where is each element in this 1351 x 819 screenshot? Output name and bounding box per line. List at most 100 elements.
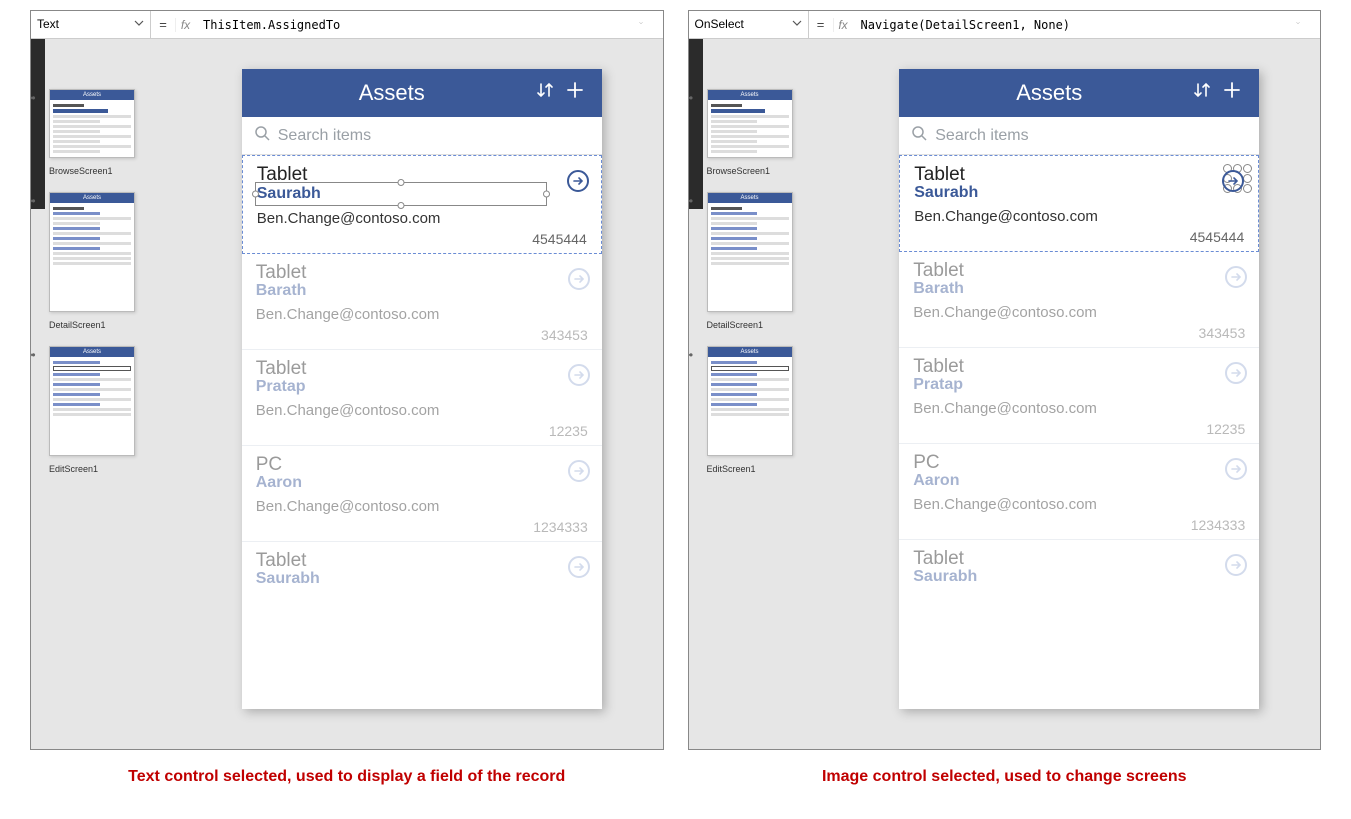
item-assignedto: Barath <box>256 282 588 300</box>
item-title: Tablet <box>914 164 1244 186</box>
item-title: Tablet <box>913 548 1245 570</box>
navigate-arrow-icon[interactable] <box>568 364 590 386</box>
item-assignedto: Barath <box>913 280 1245 298</box>
item-title: Tablet <box>256 358 588 380</box>
item-assignedto: Saurabh <box>256 570 588 588</box>
navigate-arrow-icon[interactable] <box>568 556 590 578</box>
search-icon <box>254 125 270 146</box>
caption-right: Image control selected, used to change s… <box>688 768 1322 786</box>
item-assignedto: Saurabh <box>914 184 1244 202</box>
equals-label: = <box>809 17 833 32</box>
fx-label: fx <box>833 18 853 32</box>
navigate-arrow-icon[interactable] <box>567 170 589 192</box>
search-input[interactable]: Search items <box>899 117 1259 155</box>
add-icon[interactable] <box>560 80 590 106</box>
item-title: PC <box>913 452 1245 474</box>
property-selector-value: OnSelect <box>695 17 744 31</box>
item-title: Tablet <box>913 260 1245 282</box>
formula-text: ThisItem.AssignedTo <box>203 18 340 32</box>
navigate-arrow-icon[interactable] <box>568 268 590 290</box>
item-email: Ben.Change@contoso.com <box>913 496 1245 513</box>
item-email: Ben.Change@contoso.com <box>256 306 588 323</box>
thumb-label: BrowseScreen1 <box>49 166 173 176</box>
item-title: PC <box>256 454 588 476</box>
app-title: Assets <box>254 80 530 106</box>
screen-thumb[interactable]: Assets <box>49 89 135 158</box>
more-icon[interactable]: ••• <box>31 348 35 362</box>
item-email: Ben.Change@contoso.com <box>256 498 588 515</box>
add-icon[interactable] <box>1217 80 1247 106</box>
item-title: Tablet <box>256 262 588 284</box>
caption-left: Text control selected, used to display a… <box>30 768 664 786</box>
list-item[interactable]: Tablet Saurabh <box>242 155 602 254</box>
sort-icon[interactable] <box>530 80 560 106</box>
item-assignedto: Aaron <box>256 474 588 492</box>
thumb-label: DetailScreen1 <box>49 320 173 330</box>
screen-thumb[interactable]: Assets <box>707 192 793 312</box>
list-item[interactable]: Tablet Saurabh Ben.Change@contoso.com 45… <box>899 155 1259 252</box>
formula-bar[interactable]: ThisItem.AssignedTo <box>195 11 663 38</box>
item-number: 1234333 <box>913 517 1245 533</box>
item-title: Tablet <box>913 356 1245 378</box>
item-title: Tablet <box>256 550 588 572</box>
item-email: Ben.Change@contoso.com <box>256 402 588 419</box>
list-item[interactable]: Tablet Saurabh <box>899 540 1259 592</box>
app-title: Assets <box>911 80 1187 106</box>
screen-thumb[interactable]: Assets <box>49 346 135 456</box>
formula-bar[interactable]: Navigate(DetailScreen1, None) <box>853 11 1321 38</box>
more-icon[interactable]: ••• <box>689 194 693 208</box>
more-icon[interactable]: ••• <box>31 194 35 208</box>
search-icon <box>911 125 927 146</box>
list-item[interactable]: Tablet Barath Ben.Change@contoso.com 343… <box>899 252 1259 348</box>
navigate-arrow-icon[interactable] <box>568 460 590 482</box>
more-icon[interactable]: ••• <box>31 91 35 105</box>
fx-label: fx <box>175 18 195 32</box>
item-email: Ben.Change@contoso.com <box>914 208 1244 225</box>
property-selector-value: Text <box>37 17 59 31</box>
chevron-down-icon <box>792 17 802 31</box>
item-assignedto: Pratap <box>913 376 1245 394</box>
screens-rail: ••• Assets BrowseS <box>689 39 839 749</box>
item-email: Ben.Change@contoso.com <box>913 304 1245 321</box>
item-number: 1234333 <box>256 519 588 535</box>
more-icon[interactable]: ••• <box>689 348 693 362</box>
list-item[interactable]: Tablet Pratap Ben.Change@contoso.com 122… <box>899 348 1259 444</box>
item-assignedto: Pratap <box>256 378 588 396</box>
screen-thumb[interactable]: Assets <box>707 89 793 158</box>
item-assignedto: Aaron <box>913 472 1245 490</box>
thumb-label: DetailScreen1 <box>707 320 831 330</box>
list-item[interactable]: PC Aaron Ben.Change@contoso.com 1234333 <box>899 444 1259 540</box>
list-item[interactable]: Tablet Saurabh <box>242 542 602 594</box>
item-email: Ben.Change@contoso.com <box>913 400 1245 417</box>
more-icon[interactable]: ••• <box>689 91 693 105</box>
item-number: 343453 <box>256 327 588 343</box>
item-number: 12235 <box>913 421 1245 437</box>
list-item[interactable]: Tablet Pratap Ben.Change@contoso.com 122… <box>242 350 602 446</box>
search-input[interactable]: Search items <box>242 117 602 155</box>
item-number: 4545444 <box>257 231 587 247</box>
item-number: 343453 <box>913 325 1245 341</box>
equals-label: = <box>151 17 175 32</box>
search-placeholder: Search items <box>935 127 1028 145</box>
item-assignedto: Saurabh <box>913 568 1245 586</box>
item-number: 12235 <box>256 423 588 439</box>
app-canvas: Assets Search items <box>899 69 1259 709</box>
property-selector[interactable]: Text <box>31 11 151 39</box>
item-email: Ben.Change@contoso.com <box>257 210 587 227</box>
list-item[interactable]: Tablet Barath Ben.Change@contoso.com 343… <box>242 254 602 350</box>
chevron-down-icon <box>1296 18 1312 31</box>
screen-thumb[interactable]: Assets <box>49 192 135 312</box>
sort-icon[interactable] <box>1187 80 1217 106</box>
list-item[interactable]: PC Aaron Ben.Change@contoso.com 1234333 <box>242 446 602 542</box>
search-placeholder: Search items <box>278 127 371 145</box>
thumb-label: EditScreen1 <box>707 464 831 474</box>
screens-rail: ••• Assets BrowseS <box>31 39 181 749</box>
thumb-label: EditScreen1 <box>49 464 173 474</box>
item-number: 4545444 <box>914 229 1244 245</box>
chevron-down-icon <box>134 17 144 31</box>
app-canvas: Assets Search items <box>242 69 602 709</box>
thumb-label: BrowseScreen1 <box>707 166 831 176</box>
formula-text: Navigate(DetailScreen1, None) <box>861 18 1071 32</box>
screen-thumb[interactable]: Assets <box>707 346 793 456</box>
property-selector[interactable]: OnSelect <box>689 11 809 39</box>
